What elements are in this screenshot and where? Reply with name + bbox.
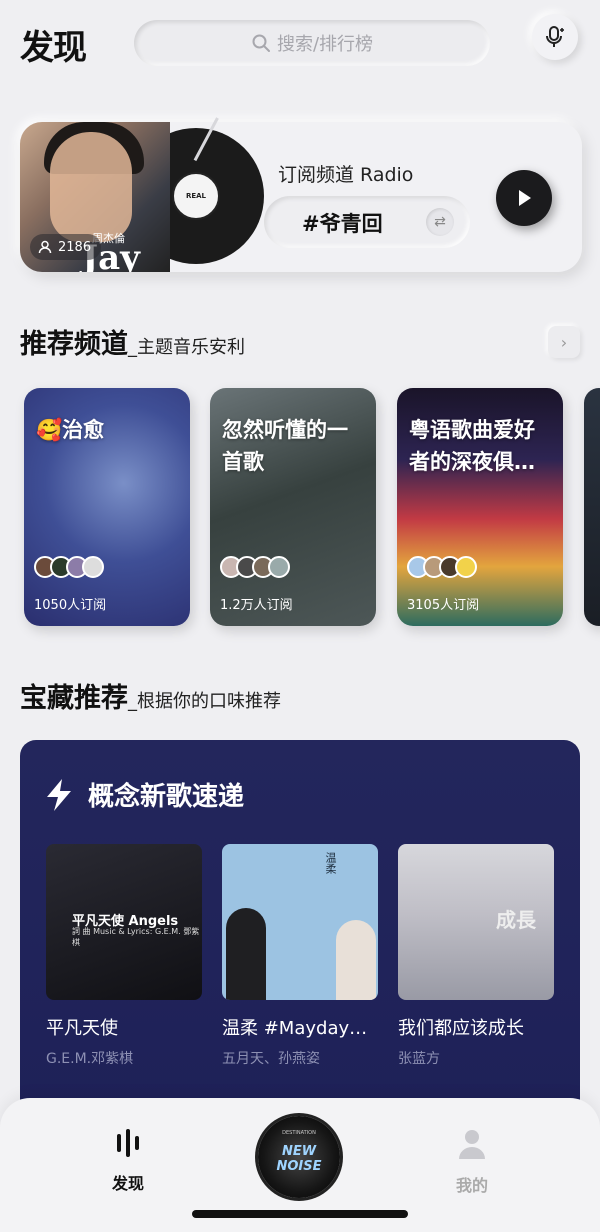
song-cover: 温柔: [222, 844, 378, 1000]
song-cover: 成長: [398, 844, 554, 1000]
play-button[interactable]: [496, 170, 552, 226]
radio-cover-art[interactable]: 周杰倫 Jay 2186: [20, 122, 170, 272]
song-item[interactable]: 温柔 温柔 #Mayday… 五月天、孙燕姿: [222, 844, 378, 1068]
page-title: 发现: [20, 28, 87, 68]
subscriber-count: 3105人订阅: [407, 598, 480, 613]
subscriber-count: 1050人订阅: [34, 598, 107, 613]
home-indicator: [192, 1210, 408, 1218]
search-placeholder: 搜索/排行榜: [276, 34, 374, 55]
channel-title: 粤语歌曲爱好者的深夜俱…: [409, 418, 535, 474]
avatar: [268, 556, 290, 578]
swap-channel-button[interactable]: ⇄: [426, 208, 454, 236]
song-name: 我们都应该成长: [398, 1018, 524, 1039]
channels-section-title: 推荐频道_主题音乐安利: [20, 322, 245, 361]
sound-wave-icon: [117, 1129, 139, 1157]
avatar: [455, 556, 477, 578]
radio-card[interactable]: REAL 周杰倫 Jay 2186 订阅频道 Radio #爷青回 ⇄: [20, 117, 582, 272]
treasure-subtitle: _根据你的口味推荐: [128, 691, 281, 712]
song-name: 平凡天使: [46, 1018, 118, 1039]
now-playing-disc[interactable]: DESTINATION NEW NOISE: [258, 1116, 340, 1198]
radio-tag-pill[interactable]: #爷青回 ⇄: [264, 196, 470, 248]
subscriber-count: 1.2万人订阅: [220, 598, 293, 613]
voice-search-button[interactable]: [532, 14, 578, 60]
channel-title: 忽然听懂的一首歌: [222, 418, 348, 474]
cover-subtext: 詞 曲 Music & Lyrics: G.E.M. 鄧紫棋: [72, 927, 200, 947]
play-icon: [519, 190, 531, 206]
channels-title: 推荐频道: [20, 329, 128, 360]
tab-mine[interactable]: 我的: [432, 1128, 512, 1196]
tab-mine-label: 我的: [455, 1176, 488, 1195]
radio-title: 订阅频道 Radio: [278, 164, 414, 186]
vinyl-label: REAL: [172, 172, 220, 220]
search-icon: [252, 34, 270, 52]
subscriber-avatars: [407, 556, 477, 578]
lightning-icon: [47, 778, 71, 811]
channel-card[interactable]: 🥰治愈 1050人订阅: [24, 388, 190, 626]
cover-text: 温柔: [324, 852, 337, 874]
listener-count: 2186: [58, 239, 92, 255]
subscriber-avatars: [220, 556, 290, 578]
swap-icon: ⇄: [434, 214, 446, 230]
new-songs-title: 概念新歌速递: [88, 782, 245, 812]
channel-card[interactable]: 粤语歌曲爱好者的深夜俱… 3105人订阅: [397, 388, 563, 626]
song-artist: G.E.M.邓紫棋: [46, 1051, 134, 1067]
channels-subtitle: _主题音乐安利: [128, 337, 245, 358]
channel-card-partial[interactable]: [584, 388, 600, 626]
song-cover: 平凡天使 Angels 詞 曲 Music & Lyrics: G.E.M. 鄧…: [46, 844, 202, 1000]
song-item[interactable]: 平凡天使 Angels 詞 曲 Music & Lyrics: G.E.M. 鄧…: [46, 844, 202, 1068]
treasure-title: 宝藏推荐: [20, 683, 128, 714]
listener-count-badge: 2186: [30, 234, 102, 260]
microphone-icon: [546, 26, 564, 47]
channel-title: 🥰治愈: [36, 418, 105, 442]
album-title: NEW NOISE: [276, 1144, 322, 1174]
user-icon: [459, 1130, 485, 1159]
user-icon: [38, 240, 52, 254]
search-input[interactable]: 搜索/排行榜: [134, 20, 490, 66]
new-songs-card: 概念新歌速递 平凡天使 Angels 詞 曲 Music & Lyrics: G…: [20, 740, 580, 1120]
channel-card[interactable]: 忽然听懂的一首歌 1.2万人订阅: [210, 388, 376, 626]
channels-more-button[interactable]: ›: [548, 326, 580, 358]
song-artist: 五月天、孙燕姿: [222, 1051, 320, 1067]
cover-text: 成長: [496, 908, 536, 932]
song-name: 温柔 #Mayday…: [222, 1018, 368, 1039]
new-songs-header: 概念新歌速递: [44, 776, 244, 813]
song-item[interactable]: 成長 我们都应该成长 张蓝方: [398, 844, 554, 1068]
header: 发现 搜索/排行榜: [0, 0, 600, 90]
song-artist: 张蓝方: [398, 1051, 440, 1067]
tab-discover[interactable]: 发现: [88, 1128, 168, 1194]
avatar: [82, 556, 104, 578]
subscriber-avatars: [34, 556, 104, 578]
tab-discover-label: 发现: [111, 1174, 144, 1193]
treasure-section-title: 宝藏推荐_根据你的口味推荐: [20, 676, 281, 715]
radio-tag: #爷青回: [302, 212, 383, 236]
chevron-right-icon: ›: [560, 332, 568, 352]
